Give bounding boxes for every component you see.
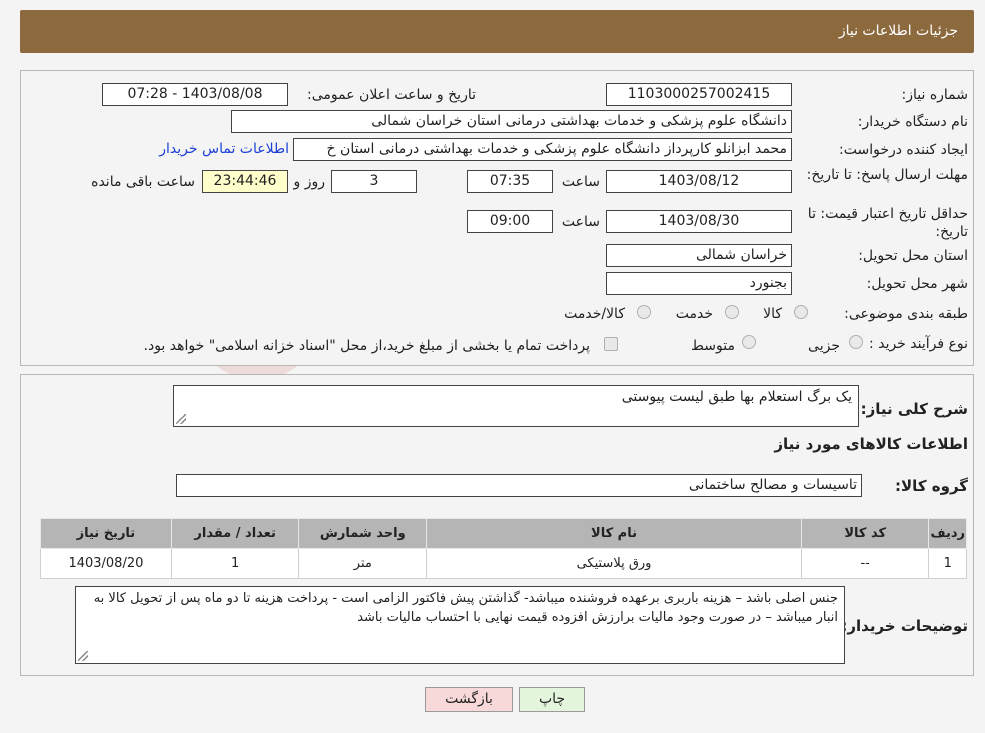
cell-need-date: 1403/08/20 xyxy=(40,548,172,579)
validity-time-label: ساعت xyxy=(561,214,600,230)
announce-datetime-label: تاریخ و ساعت اعلان عمومی: xyxy=(307,87,476,103)
cell-item-name: ورق پلاستیکی xyxy=(426,548,802,579)
days-label: روز و xyxy=(293,174,326,190)
deadline-label: مهلت ارسال پاسخ: تا تاریخ: xyxy=(806,167,968,183)
buyer-notes-field: جنس اصلی باشد – هزینه باربری برعهده فروش… xyxy=(75,586,845,664)
category-radio-service[interactable] xyxy=(725,305,739,319)
province-label: استان محل تحویل: xyxy=(858,248,968,264)
remaining-time-label: ساعت باقی مانده xyxy=(91,174,195,190)
cell-row-number: 1 xyxy=(928,548,967,579)
buyer-notes-label: توضیحات خریدار: xyxy=(841,617,968,635)
process-radio-minor[interactable] xyxy=(849,335,863,349)
need-description-text: یک برگ استعلام بها طبق لیست پیوستی xyxy=(621,389,852,405)
category-label: طبقه بندی موضوعی: xyxy=(844,306,968,322)
creator-field: محمد ابزانلو کارپرداز دانشگاه علوم پزشکی… xyxy=(293,138,792,161)
page-title: جزئیات اطلاعات نیاز xyxy=(838,23,958,39)
process-option-minor: جزیی xyxy=(808,338,840,354)
validity-label: حداقل تاریخ اعتبار قیمت: تا تاریخ: xyxy=(807,206,968,240)
goods-table-header-row: ردیف کد کالا نام کالا واحد شمارش تعداد /… xyxy=(40,518,967,549)
need-description-field: یک برگ استعلام بها طبق لیست پیوستی xyxy=(173,385,859,427)
validity-date-field: 1403/08/30 xyxy=(606,210,792,233)
announce-datetime-field: 1403/08/08 - 07:28 xyxy=(102,83,288,106)
category-option-goods: کالا xyxy=(763,306,782,322)
buyer-notes-text: جنس اصلی باشد – هزینه باربری برعهده فروش… xyxy=(93,591,838,625)
deadline-time-label: ساعت xyxy=(561,174,600,190)
col-header-row-number: ردیف xyxy=(928,518,967,549)
process-type-label: نوع فرآیند خرید : xyxy=(869,336,968,352)
buyer-contact-link[interactable]: اطلاعات تماس خریدار xyxy=(159,141,289,157)
category-radio-goods-service[interactable] xyxy=(637,305,651,319)
print-button[interactable]: چاپ xyxy=(519,687,585,712)
col-header-quantity: تعداد / مقدار xyxy=(170,518,300,549)
col-header-item-name: نام کالا xyxy=(426,518,802,549)
need-description-label: شرح کلی نیاز: xyxy=(860,400,968,418)
goods-group-field: تاسیسات و مصالح ساختمانی xyxy=(176,474,862,497)
cell-quantity: 1 xyxy=(170,548,300,579)
city-label: شهر محل تحویل: xyxy=(866,276,968,292)
creator-label: ایجاد کننده درخواست: xyxy=(839,142,968,158)
category-option-goods-service: کالا/خدمت xyxy=(564,306,625,322)
province-field: خراسان شمالی xyxy=(606,244,792,267)
buyer-org-field: دانشگاه علوم پزشکی و خدمات بهداشتی درمان… xyxy=(231,110,792,133)
resize-handle-icon[interactable] xyxy=(78,651,88,661)
table-row: 1 -- ورق پلاستیکی متر 1 1403/08/20 xyxy=(40,548,967,579)
resize-handle-icon[interactable] xyxy=(176,414,186,424)
deadline-time-field: 07:35 xyxy=(467,170,553,193)
deadline-date-field: 1403/08/12 xyxy=(606,170,792,193)
process-radio-medium[interactable] xyxy=(742,335,756,349)
buyer-org-label: نام دستگاه خریدار: xyxy=(857,114,968,130)
category-option-service: خدمت xyxy=(675,306,713,322)
back-button[interactable]: بازگشت xyxy=(425,687,513,712)
goods-info-title: اطلاعات کالاهای مورد نیاز xyxy=(774,435,968,453)
remaining-time-field: 23:44:46 xyxy=(202,170,288,193)
col-header-need-date: تاریخ نیاز xyxy=(40,518,172,549)
validity-time-field: 09:00 xyxy=(467,210,553,233)
need-number-label: شماره نیاز: xyxy=(901,87,969,103)
treasury-payment-checkbox[interactable] xyxy=(604,337,618,351)
treasury-payment-note: پرداخت تمام یا بخشی از مبلغ خرید،از محل … xyxy=(143,338,590,354)
page-header: جزئیات اطلاعات نیاز xyxy=(20,10,974,53)
need-number-field: 1103000257002415 xyxy=(606,83,792,106)
goods-table: ردیف کد کالا نام کالا واحد شمارش تعداد /… xyxy=(40,518,967,579)
category-radio-goods[interactable] xyxy=(794,305,808,319)
remaining-days-field: 3 xyxy=(331,170,417,193)
city-field: بجنورد xyxy=(606,272,792,295)
goods-group-label: گروه کالا: xyxy=(895,477,968,495)
process-option-medium: متوسط xyxy=(691,338,735,354)
col-header-item-code: کد کالا xyxy=(800,518,930,549)
cell-item-code: -- xyxy=(800,548,930,579)
col-header-unit: واحد شمارش xyxy=(298,518,428,549)
cell-unit: متر xyxy=(298,548,428,579)
